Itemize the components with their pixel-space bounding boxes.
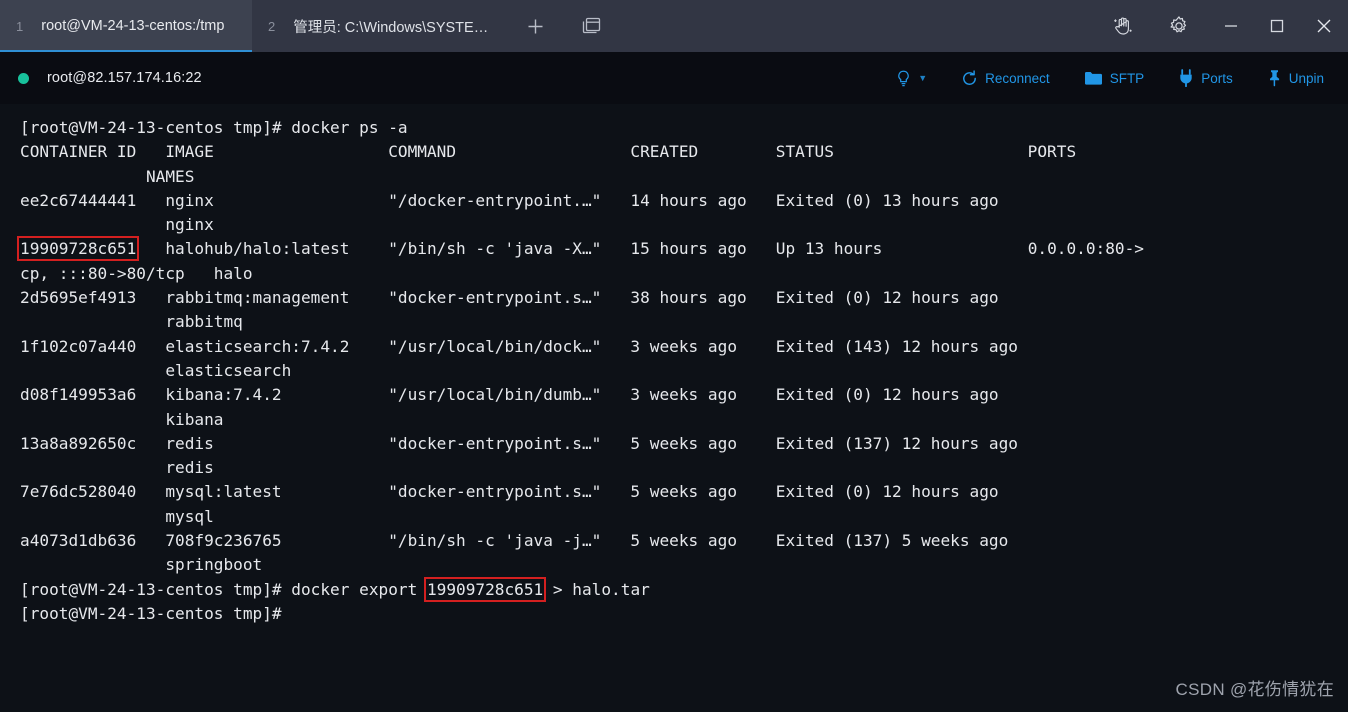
title-bar: 1 root@VM-24-13-centos:/tmp 2 管理员: C:\Wi… bbox=[0, 0, 1348, 52]
tab-index: 1 bbox=[16, 18, 24, 34]
tab-label: 管理员: C:\Windows\SYSTE… bbox=[293, 19, 489, 36]
tab-index: 2 bbox=[268, 18, 276, 34]
terminal-line: 7e76dc528040 mysql:latest "docker-entryp… bbox=[20, 482, 999, 502]
titlebar-spacer bbox=[612, 0, 1100, 52]
tips-button[interactable]: ▼ bbox=[879, 70, 944, 87]
hand-tool-button[interactable] bbox=[1100, 0, 1146, 52]
terminal-line: 2d5695ef4913 rabbitmq:management "docker… bbox=[20, 288, 999, 308]
terminal-text: > halo.tar bbox=[543, 579, 650, 599]
highlighted-container-id: 19909728c651 bbox=[423, 576, 547, 602]
unpin-button[interactable]: Unpin bbox=[1250, 69, 1348, 87]
terminal-line: [root@VM-24-13-centos tmp]# bbox=[20, 603, 282, 623]
folder-icon bbox=[1084, 71, 1102, 85]
terminal-line: redis bbox=[20, 458, 214, 478]
terminal-line: ee2c67444441 nginx "/docker-entrypoint.…… bbox=[20, 190, 999, 210]
ports-button[interactable]: Ports bbox=[1161, 69, 1250, 87]
ports-label: Ports bbox=[1201, 70, 1233, 86]
reconnect-button[interactable]: Reconnect bbox=[944, 69, 1067, 87]
terminal-line: [root@VM-24-13-centos tmp]# docker expor… bbox=[20, 576, 1348, 602]
window-controls bbox=[1208, 0, 1348, 52]
maximize-button[interactable] bbox=[1254, 0, 1300, 52]
terminal-line: kibana bbox=[20, 409, 224, 429]
tab-windows-system[interactable]: 2 管理员: C:\Windows\SYSTE… bbox=[252, 0, 508, 52]
terminal-line: elasticsearch bbox=[20, 360, 292, 380]
terminal-line: springboot bbox=[20, 555, 263, 575]
session-host-label: root@82.157.174.16:22 bbox=[47, 70, 202, 86]
terminal-line: 19909728c651 halohub/halo:latest "/bin/s… bbox=[16, 236, 1348, 262]
connection-status-dot bbox=[18, 72, 29, 84]
session-bar: root@82.157.174.16:22 ▼ Reconnect SFTP P… bbox=[0, 52, 1348, 104]
refresh-icon bbox=[963, 69, 977, 85]
sftp-label: SFTP bbox=[1109, 70, 1145, 86]
watermark-label: CSDN @花伤情犹在 bbox=[1175, 680, 1334, 699]
plug-icon bbox=[1180, 69, 1192, 87]
reconnect-label: Reconnect bbox=[985, 70, 1050, 86]
terminal-text: halohub/halo:latest "/bin/sh -c 'java -X… bbox=[136, 239, 1144, 259]
hand-plus-icon bbox=[1114, 17, 1132, 35]
new-tab-button[interactable] bbox=[514, 0, 556, 52]
terminal-line: CONTAINER ID IMAGE COMMAND CREATED STATU… bbox=[20, 142, 1077, 162]
terminal-line: rabbitmq bbox=[20, 312, 243, 332]
minimize-button[interactable] bbox=[1208, 0, 1254, 52]
terminal-line: 1f102c07a440 elasticsearch:7.4.2 "/usr/l… bbox=[20, 336, 1018, 356]
sftp-button[interactable]: SFTP bbox=[1067, 70, 1162, 86]
terminal-text: [root@VM-24-13-centos tmp]# docker expor… bbox=[20, 579, 427, 599]
maximize-icon bbox=[1270, 19, 1284, 33]
close-button[interactable] bbox=[1300, 0, 1348, 52]
chevron-down-icon: ▼ bbox=[918, 72, 928, 83]
lightbulb-icon bbox=[898, 70, 909, 86]
close-icon bbox=[1317, 19, 1331, 33]
terminal-line: a4073d1db636 708f9c236765 "/bin/sh -c 'j… bbox=[20, 531, 1009, 551]
pin-icon bbox=[1269, 70, 1279, 87]
terminal-line: NAMES bbox=[20, 166, 195, 186]
terminal-line: nginx bbox=[20, 215, 214, 235]
terminal-output: [root@VM-24-13-centos tmp]# docker ps -a… bbox=[16, 116, 1348, 626]
terminal-line: mysql bbox=[20, 506, 214, 526]
windows-panes-icon bbox=[582, 17, 600, 33]
session-actions: ▼ Reconnect SFTP Ports Unpin bbox=[879, 52, 1348, 104]
terminal-pane[interactable]: [root@VM-24-13-centos tmp]# docker ps -a… bbox=[0, 104, 1348, 712]
gear-icon bbox=[1170, 16, 1187, 33]
highlighted-container-id: 19909728c651 bbox=[16, 236, 140, 262]
tab-label: root@VM-24-13-centos:/tmp bbox=[41, 18, 225, 34]
terminal-line: d08f149953a6 kibana:7.4.2 "/usr/local/bi… bbox=[20, 385, 999, 405]
minimize-icon bbox=[1225, 25, 1237, 27]
plus-icon bbox=[528, 19, 543, 33]
terminal-line: cp, :::80->80/tcp halo bbox=[20, 263, 253, 283]
terminal-line: 13a8a892650c redis "docker-entrypoint.s…… bbox=[20, 433, 1018, 453]
unpin-label: Unpin bbox=[1288, 70, 1324, 86]
terminal-line: [root@VM-24-13-centos tmp]# docker ps -a bbox=[20, 118, 408, 137]
tab-root-vm-centos[interactable]: 1 root@VM-24-13-centos:/tmp bbox=[0, 0, 252, 52]
settings-button[interactable] bbox=[1156, 0, 1202, 52]
panes-button[interactable] bbox=[570, 0, 612, 52]
